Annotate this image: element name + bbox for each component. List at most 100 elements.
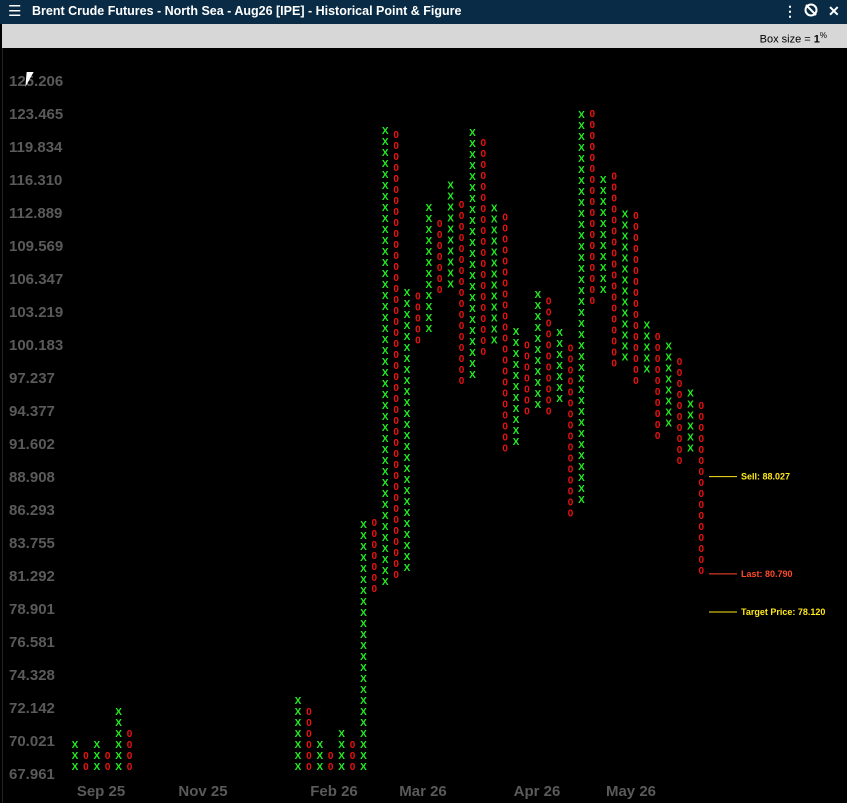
pnf-o-box: 0 <box>677 434 683 445</box>
pnf-x-box: X <box>687 421 694 432</box>
box-size-indicator[interactable]: Box size = 1% <box>760 31 827 46</box>
pnf-o-box: 0 <box>502 245 508 256</box>
pnf-x-box: X <box>382 566 389 577</box>
pnf-x-box: X <box>425 225 432 236</box>
pnf-x-box: X <box>643 364 650 375</box>
pnf-x-box: X <box>643 331 650 342</box>
pnf-o-box: 0 <box>437 252 443 263</box>
pnf-o-box: 0 <box>655 365 661 376</box>
pnf-column: 0000000000000000000000 <box>502 212 508 454</box>
pnf-chart-area[interactable]: 125.206 123.465 119.834 116.310 112.889 109.5… <box>2 48 847 803</box>
pnf-x-box: X <box>425 236 432 247</box>
pnf-x-box: X <box>93 751 100 762</box>
pnf-x-box: X <box>382 489 389 500</box>
pnf-chart: 125.206 123.465 119.834 116.310 112.889 109.5… <box>9 73 825 800</box>
pnf-o-box: 0 <box>481 138 487 149</box>
pnf-column: 0000000000 <box>677 357 683 467</box>
pnf-x-box: X <box>447 246 454 257</box>
pnf-x-box: X <box>360 751 367 762</box>
pnf-x-box: X <box>534 378 541 389</box>
pnf-o-box: 0 <box>546 329 552 340</box>
pnf-x-box: X <box>115 707 122 718</box>
pnf-o-box: 0 <box>568 343 574 354</box>
y-tick-label: 94.377 <box>9 403 55 420</box>
pnf-column: 00000000000000000 <box>459 200 465 387</box>
pnf-x-box: X <box>622 254 629 265</box>
pnf-x-box: X <box>600 230 607 241</box>
pnf-o-box: 0 <box>655 398 661 409</box>
pnf-o-box: 0 <box>459 200 465 211</box>
pnf-x-box: X <box>382 181 389 192</box>
pnf-o-box: 0 <box>568 431 574 442</box>
contract-switch-icon[interactable] <box>804 3 818 21</box>
pnf-o-box: 0 <box>546 318 552 329</box>
more-vertical-icon[interactable]: ⋮ <box>783 3 797 20</box>
pnf-o-box: 0 <box>546 373 552 384</box>
pnf-x-box: X <box>360 685 367 696</box>
pnf-x-box: X <box>382 335 389 346</box>
pnf-x-box: X <box>578 418 585 429</box>
pnf-x-box: X <box>469 150 476 161</box>
pnf-x-box: X <box>404 332 411 343</box>
pnf-x-box: X <box>404 497 411 508</box>
pnf-o-box: 0 <box>502 278 508 289</box>
pnf-x-box: X <box>491 258 498 269</box>
pnf-x-box: X <box>578 297 585 308</box>
pnf-x-box: X <box>643 353 650 364</box>
y-tick-label: 78.901 <box>9 601 55 618</box>
pnf-o-box: 0 <box>677 390 683 401</box>
y-tick-label: 123.465 <box>9 106 63 123</box>
x-axis-label: Mar 26 <box>399 783 447 800</box>
pnf-o-box: 0 <box>393 548 399 559</box>
pnf-o-box: 0 <box>459 376 465 387</box>
pnf-x-box: X <box>469 271 476 282</box>
pnf-o-box: 0 <box>611 336 617 347</box>
pnf-o-box: 0 <box>524 373 530 384</box>
close-icon[interactable]: ✕ <box>828 3 840 20</box>
pnf-x-box: X <box>578 220 585 231</box>
pnf-column: XXXXXXXXXXXXXX <box>622 210 629 364</box>
pnf-o-box: 0 <box>611 347 617 358</box>
pnf-x-box: X <box>469 194 476 205</box>
pnf-x-box: X <box>469 304 476 315</box>
pnf-x-box: X <box>665 419 672 430</box>
pnf-o-box: 0 <box>393 328 399 339</box>
pnf-x-box: X <box>72 740 79 751</box>
pnf-x-box: X <box>360 619 367 630</box>
pnf-o-box: 0 <box>611 303 617 314</box>
pnf-o-box: 0 <box>393 350 399 361</box>
pnf-column: XXXXXXXXXXXXXXXXXXXXXXX <box>360 520 367 773</box>
pnf-x-box: X <box>447 257 454 268</box>
pnf-o-box: 0 <box>524 362 530 373</box>
y-tick-label: 76.581 <box>9 634 55 651</box>
pnf-o-box: 0 <box>481 149 487 160</box>
pnf-o-box: 0 <box>415 324 421 335</box>
pnf-o-box: 0 <box>611 314 617 325</box>
pnf-o-box: 0 <box>633 255 639 266</box>
pnf-x-box: X <box>425 324 432 335</box>
pnf-x-box: X <box>665 353 672 364</box>
window-titlebar: ☰ Brent Crude Futures - North Sea - Aug2… <box>0 0 847 24</box>
pnf-o-box: 0 <box>633 288 639 299</box>
pnf-x-box: X <box>404 442 411 453</box>
pnf-x-box: X <box>404 288 411 299</box>
hamburger-menu-icon[interactable]: ☰ <box>8 3 21 20</box>
pnf-o-box: 0 <box>611 270 617 281</box>
pnf-x-box: X <box>578 308 585 319</box>
pnf-o-box: 0 <box>481 281 487 292</box>
box-size-label: Box size = <box>759 33 814 46</box>
pnf-x-box: X <box>404 453 411 464</box>
pnf-o-box: 0 <box>524 384 530 395</box>
pnf-o-box: 0 <box>590 274 596 285</box>
pnf-x-box: X <box>382 192 389 203</box>
pnf-x-box: X <box>382 423 389 434</box>
pnf-o-box: 0 <box>127 729 133 740</box>
pnf-x-box: X <box>360 586 367 597</box>
pnf-x-box: X <box>600 219 607 230</box>
pnf-o-box: 0 <box>611 248 617 259</box>
pnf-x-box: X <box>382 368 389 379</box>
pnf-x-box: X <box>360 641 367 652</box>
pnf-o-box: 0 <box>502 223 508 234</box>
pnf-x-box: X <box>469 370 476 381</box>
pnf-o-box: 0 <box>415 313 421 324</box>
